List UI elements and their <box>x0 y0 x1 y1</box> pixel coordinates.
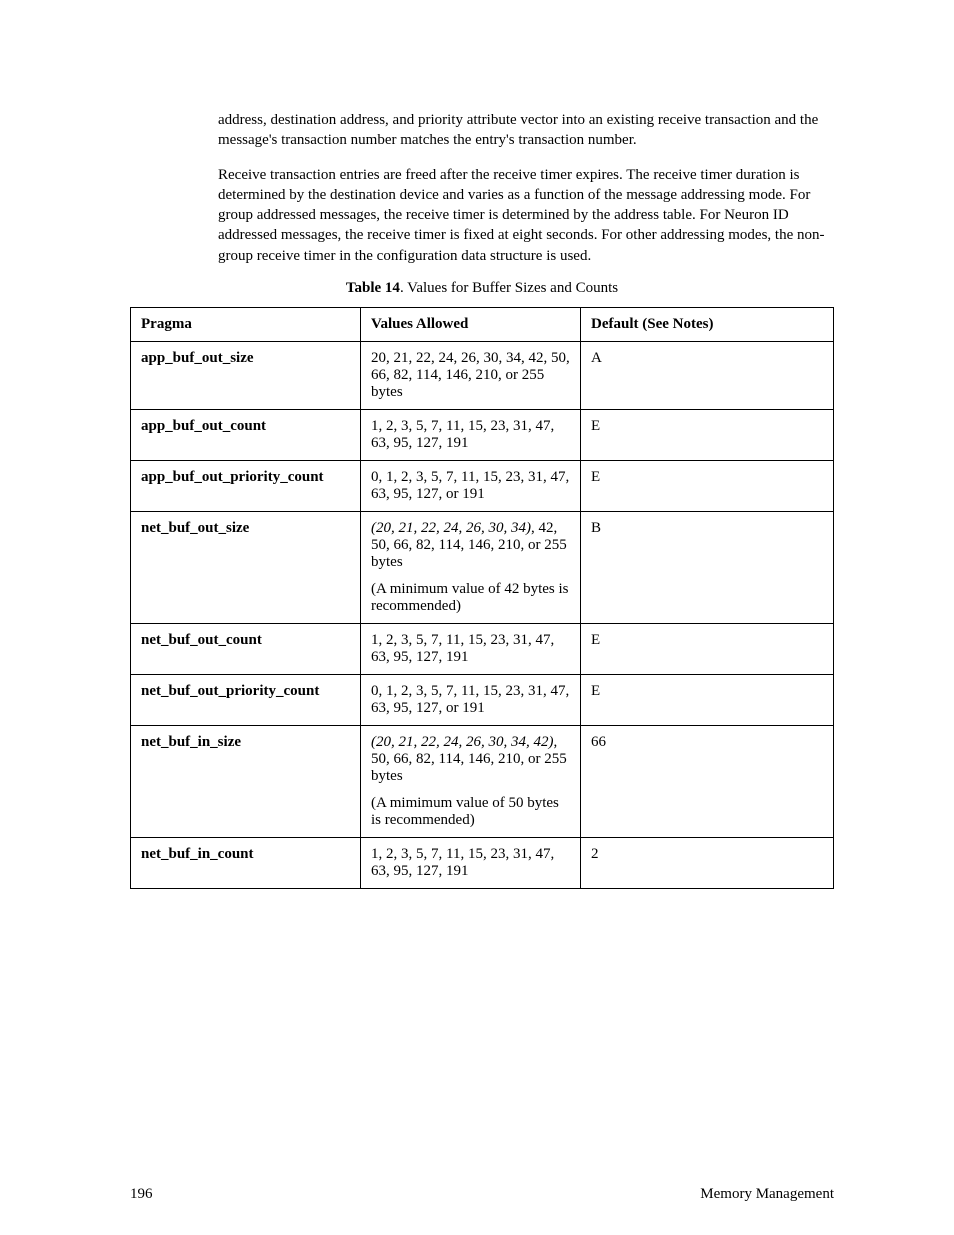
footer: 196 Memory Management <box>130 1186 834 1203</box>
cell-default: 2 <box>581 837 834 888</box>
paragraph-2: Receive transaction entries are freed af… <box>218 165 834 266</box>
cell-default: 66 <box>581 725 834 837</box>
cell-default: E <box>581 674 834 725</box>
col-header-values: Values Allowed <box>361 307 581 341</box>
table-caption: Table 14. Values for Buffer Sizes and Co… <box>130 280 834 297</box>
paragraph-1: address, destination address, and priori… <box>218 110 834 151</box>
cell-default: E <box>581 460 834 511</box>
cell-pragma: net_buf_out_count <box>131 623 361 674</box>
table-caption-label: Table 14 <box>346 280 400 296</box>
cell-pragma: net_buf_in_count <box>131 837 361 888</box>
cell-values-note: (A minimum value of 42 bytes is recommen… <box>371 581 570 615</box>
table-row: net_buf_out_count 1, 2, 3, 5, 7, 11, 15,… <box>131 623 834 674</box>
cell-pragma: app_buf_out_priority_count <box>131 460 361 511</box>
cell-values: 0, 1, 2, 3, 5, 7, 11, 15, 23, 31, 47, 63… <box>361 460 581 511</box>
col-header-default: Default (See Notes) <box>581 307 834 341</box>
table-row: app_buf_out_count 1, 2, 3, 5, 7, 11, 15,… <box>131 409 834 460</box>
buffer-table: Pragma Values Allowed Default (See Notes… <box>130 307 834 889</box>
cell-values: 20, 21, 22, 24, 26, 30, 34, 42, 50, 66, … <box>361 341 581 409</box>
page-number: 196 <box>130 1186 153 1203</box>
section-title: Memory Management <box>700 1186 834 1203</box>
table-row: net_buf_in_size (20, 21, 22, 24, 26, 30,… <box>131 725 834 837</box>
table-row: app_buf_out_size 20, 21, 22, 24, 26, 30,… <box>131 341 834 409</box>
cell-values: (20, 21, 22, 24, 26, 30, 34, 42), 50, 66… <box>361 725 581 837</box>
table-row: net_buf_out_size (20, 21, 22, 24, 26, 30… <box>131 511 834 623</box>
cell-values: 1, 2, 3, 5, 7, 11, 15, 23, 31, 47, 63, 9… <box>361 837 581 888</box>
cell-values-note: (A mimimum value of 50 bytes is recommen… <box>371 795 570 829</box>
cell-values-italic: (20, 21, 22, 24, 26, 30, 34, 42) <box>371 734 554 750</box>
cell-default: E <box>581 623 834 674</box>
cell-values: 0, 1, 2, 3, 5, 7, 11, 15, 23, 31, 47, 63… <box>361 674 581 725</box>
table-row: app_buf_out_priority_count 0, 1, 2, 3, 5… <box>131 460 834 511</box>
cell-values: 1, 2, 3, 5, 7, 11, 15, 23, 31, 47, 63, 9… <box>361 409 581 460</box>
table-row: net_buf_in_count 1, 2, 3, 5, 7, 11, 15, … <box>131 837 834 888</box>
col-header-pragma: Pragma <box>131 307 361 341</box>
table-row: net_buf_out_priority_count 0, 1, 2, 3, 5… <box>131 674 834 725</box>
page: address, destination address, and priori… <box>0 0 954 1235</box>
table-caption-rest: . Values for Buffer Sizes and Counts <box>400 280 618 296</box>
cell-values-italic: (20, 21, 22, 24, 26, 30, 34) <box>371 520 531 536</box>
cell-pragma: app_buf_out_count <box>131 409 361 460</box>
cell-default: A <box>581 341 834 409</box>
cell-values: (20, 21, 22, 24, 26, 30, 34), 42, 50, 66… <box>361 511 581 623</box>
cell-pragma: net_buf_out_size <box>131 511 361 623</box>
cell-default: B <box>581 511 834 623</box>
cell-values: 1, 2, 3, 5, 7, 11, 15, 23, 31, 47, 63, 9… <box>361 623 581 674</box>
table-header-row: Pragma Values Allowed Default (See Notes… <box>131 307 834 341</box>
cell-pragma: net_buf_out_priority_count <box>131 674 361 725</box>
cell-pragma: app_buf_out_size <box>131 341 361 409</box>
cell-default: E <box>581 409 834 460</box>
cell-pragma: net_buf_in_size <box>131 725 361 837</box>
